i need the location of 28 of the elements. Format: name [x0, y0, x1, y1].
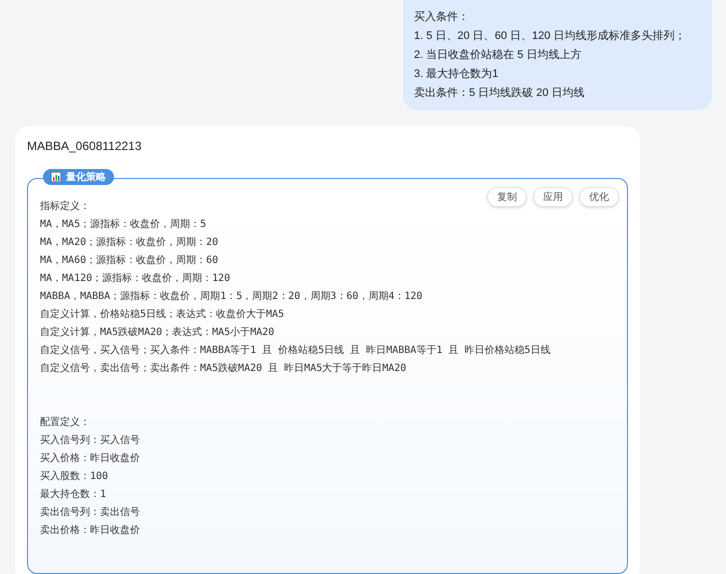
message-line: 2. 当日收盘价站稳在 5 日均线上方	[414, 48, 582, 63]
code-line: 卖出信号列：卖出信号	[40, 506, 140, 520]
message-line: 卖出条件：5 日均线跌破 20 日均线	[414, 86, 585, 101]
chart-icon	[51, 172, 61, 182]
code-line: 买入股数：100	[40, 470, 108, 484]
badge-label: 量化策略	[66, 170, 106, 184]
card-title: MABBA_0608112213	[27, 138, 142, 155]
code-line: 买入信号列：买入信号	[40, 434, 140, 448]
code-line: 配置定义：	[40, 416, 90, 430]
code-line: 自定义计算，MA5跌破MA20；表达式：MA5小于MA20	[40, 326, 274, 340]
code-line: MA，MA20；源指标：收盘价，周期：20	[40, 236, 218, 250]
code-line: 自定义计算，价格站稳5日线；表达式：收盘价大于MA5	[40, 308, 284, 322]
code-line: 最大持仓数：1	[40, 488, 106, 502]
code-line: 买入价格：昨日收盘价	[40, 452, 140, 466]
action-button[interactable]: 优化	[579, 187, 619, 207]
message-line: 3. 最大持仓数为1	[414, 67, 498, 82]
code-line: MA，MA5；源指标：收盘价，周期：5	[40, 218, 206, 232]
code-line: 自定义信号，卖出信号；卖出条件：MA5跌破MA20 且 昨日MA5大于等于昨日MA20	[40, 362, 406, 376]
code-line: MA，MA60；源指标：收盘价，周期：60	[40, 254, 218, 268]
code-line: 卖出价格：昨日收盘价	[40, 524, 140, 538]
code-line: MABBA，MABBA；源指标：收盘价，周期1：5，周期2：20，周期3：60，周期4：120	[40, 290, 422, 304]
code-line: 自定义信号，买入信号；买入条件：MABBA等于1 且 价格站稳5日线 且 昨日MABBA等于1 且 昨日价格站稳5日线	[40, 344, 550, 358]
code-line: 指标定义：	[40, 200, 90, 214]
message-line: 1. 5 日、20 日、60 日、120 日均线形成标准多头排列；	[414, 29, 686, 44]
message-line: 买入条件：	[414, 10, 469, 25]
action-button[interactable]: 复制	[487, 187, 527, 207]
code-line: MA，MA120；源指标：收盘价，周期：120	[40, 272, 230, 286]
action-button[interactable]: 应用	[533, 187, 573, 207]
